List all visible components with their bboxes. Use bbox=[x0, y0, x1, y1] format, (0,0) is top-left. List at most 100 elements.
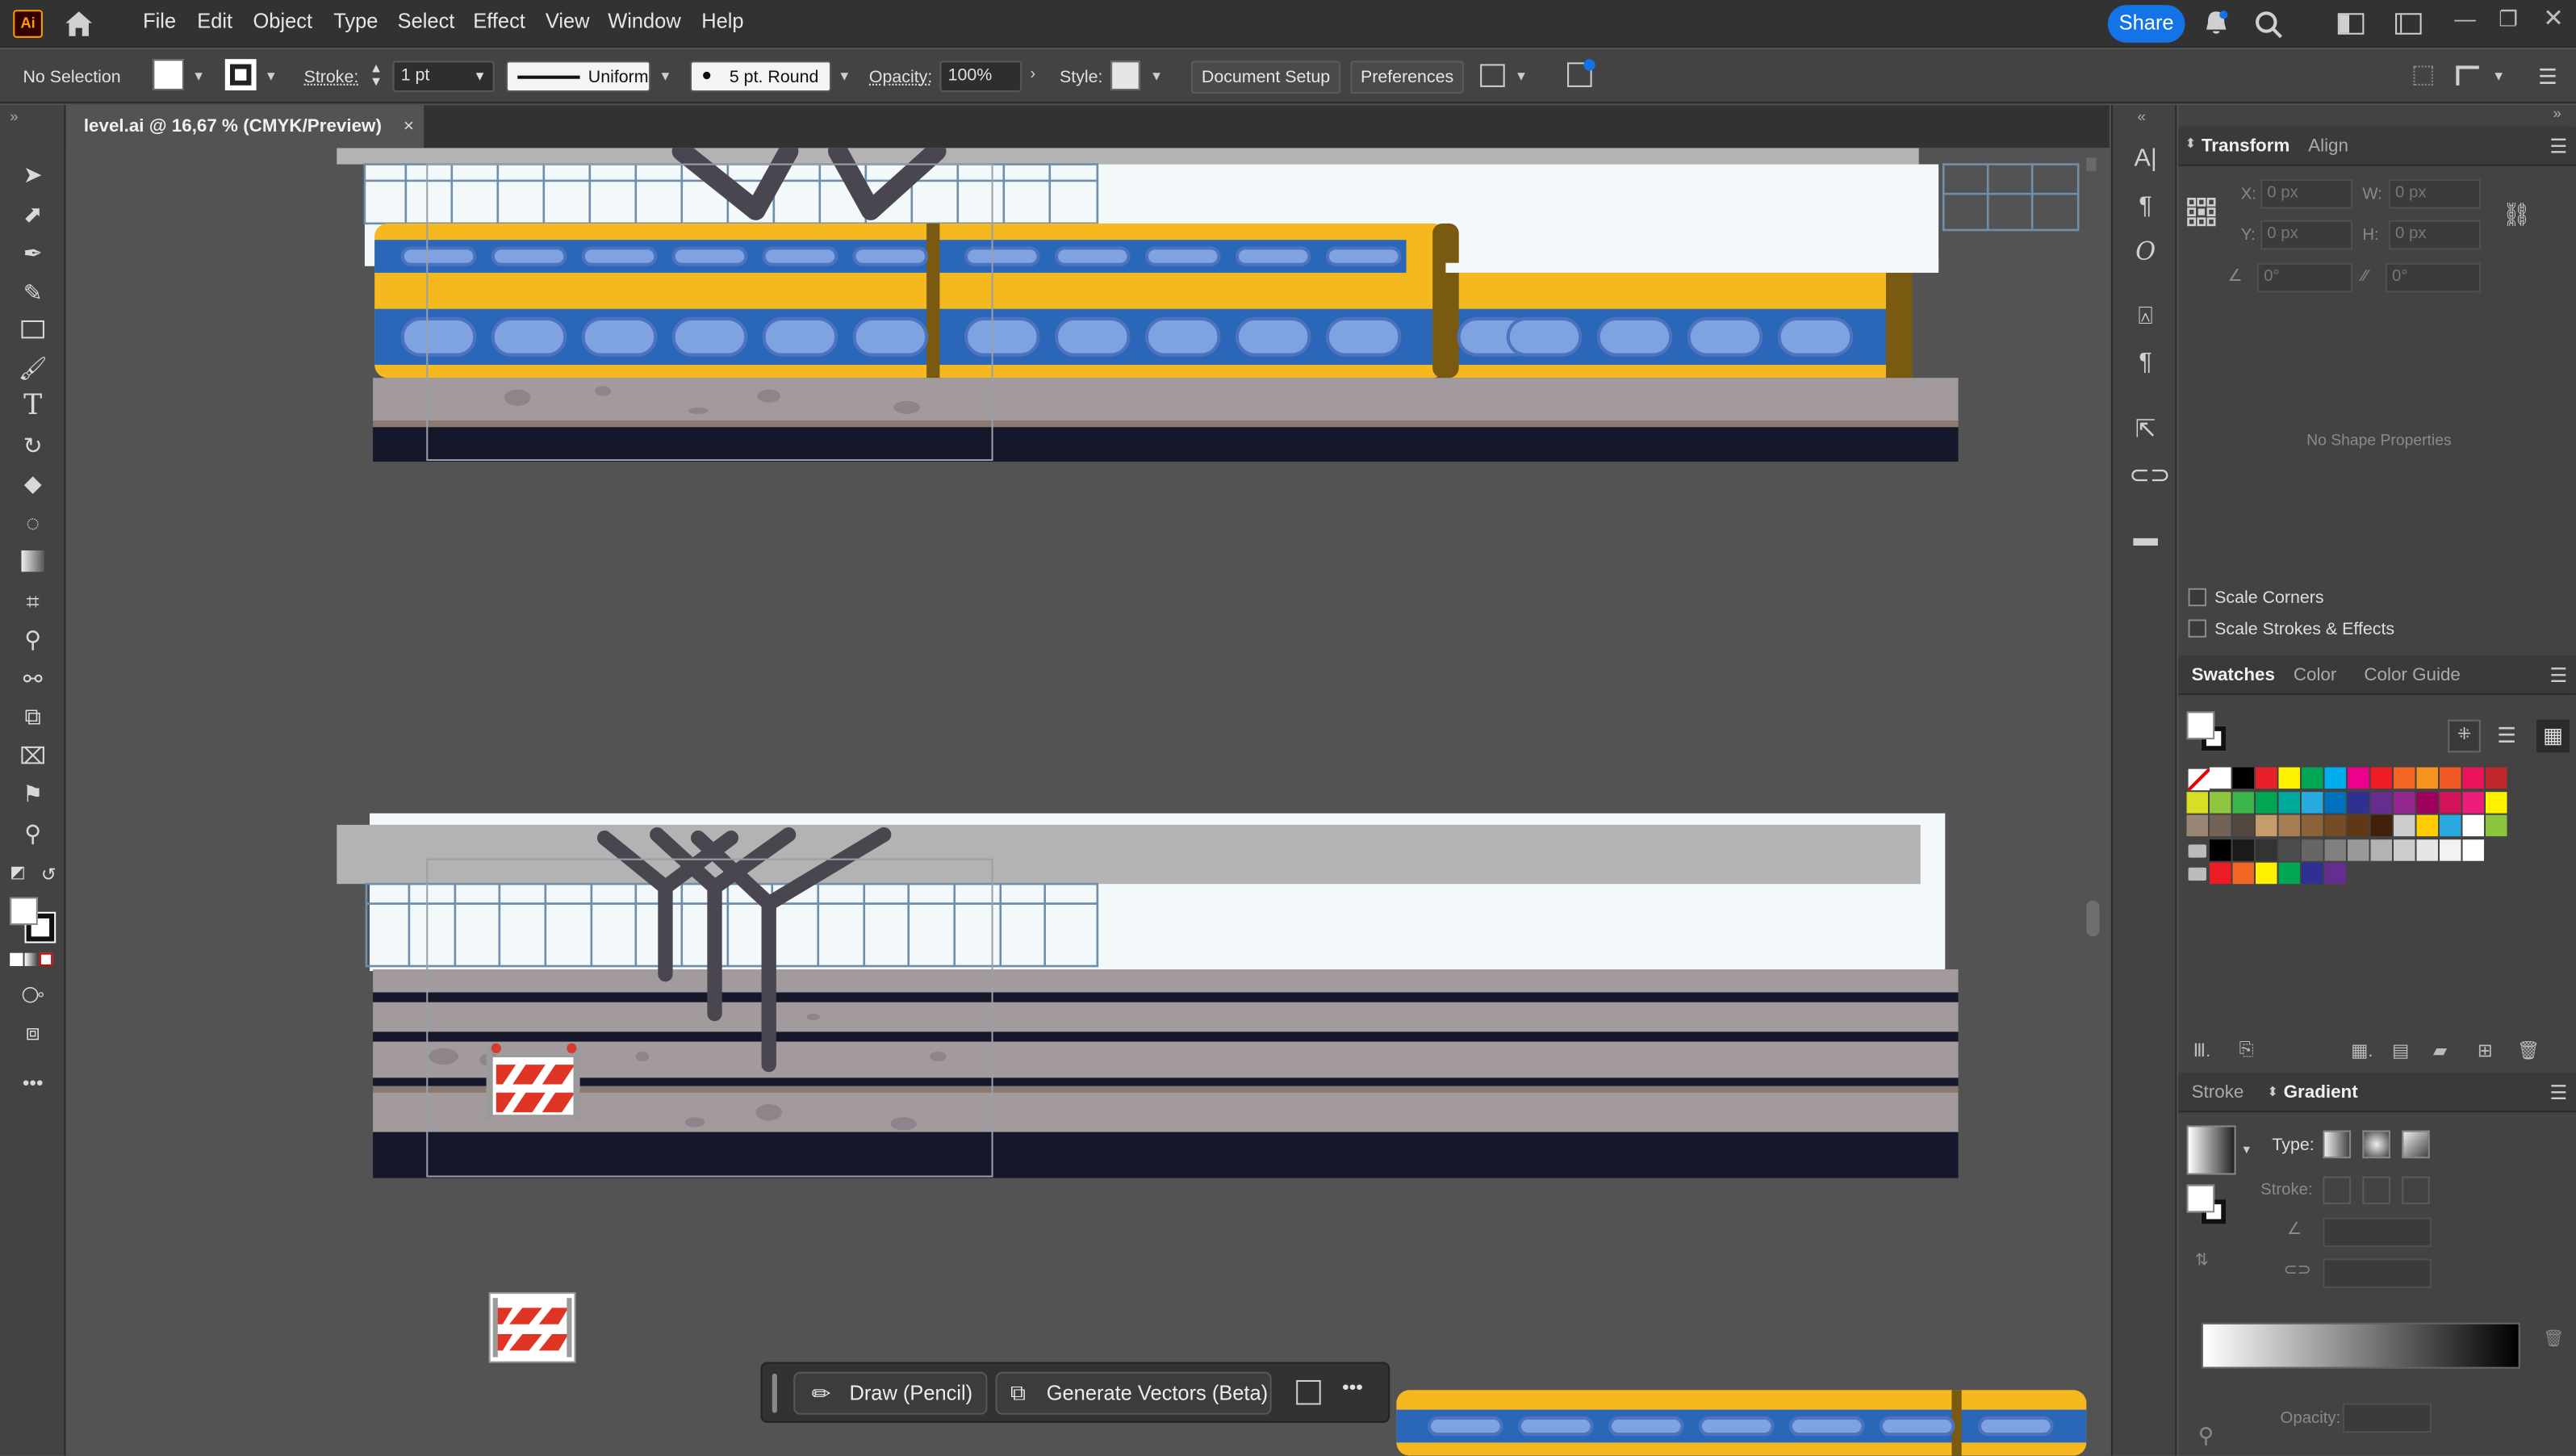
swatch-fill-box[interactable] bbox=[2186, 711, 2215, 740]
more-tools-icon[interactable]: ••• bbox=[16, 1066, 49, 1099]
menu-effect[interactable]: Effect bbox=[473, 10, 525, 32]
panel-layout-icon[interactable] bbox=[2395, 13, 2422, 35]
swatch[interactable] bbox=[2278, 791, 2300, 813]
menu-select[interactable]: Select bbox=[398, 10, 455, 32]
puppet-warp-tool-icon[interactable]: ⚑ bbox=[16, 777, 49, 810]
menu-edit[interactable]: Edit bbox=[197, 10, 232, 32]
share-to-cloud-icon[interactable] bbox=[1567, 59, 1595, 87]
fill-color-box[interactable] bbox=[10, 897, 38, 926]
paragraph-styles-icon[interactable]: ¶ bbox=[2129, 349, 2162, 382]
swatch[interactable] bbox=[2394, 814, 2415, 837]
none-mode-icon[interactable] bbox=[39, 952, 53, 966]
w-field[interactable]: 0 px bbox=[2388, 178, 2481, 209]
swatch[interactable] bbox=[2416, 814, 2438, 837]
swatch[interactable] bbox=[2462, 791, 2484, 813]
opacity-label[interactable]: Opacity: bbox=[869, 67, 932, 86]
chevron-down-icon[interactable]: ▼ bbox=[265, 69, 278, 83]
swatch[interactable] bbox=[2486, 814, 2507, 837]
new-swatch-icon[interactable]: ⊞ bbox=[2478, 1040, 2493, 1061]
swap-colors-icon[interactable]: ↺ bbox=[41, 864, 56, 885]
swatch[interactable] bbox=[2302, 767, 2323, 789]
swatch[interactable] bbox=[2462, 767, 2484, 789]
stroke-label[interactable]: Stroke: bbox=[304, 67, 359, 86]
tab-color-guide[interactable]: Color Guide bbox=[2364, 665, 2461, 684]
swatch[interactable] bbox=[2278, 814, 2300, 837]
paragraph-icon[interactable]: ¶ bbox=[2129, 192, 2162, 225]
swatch[interactable] bbox=[2256, 814, 2277, 837]
generate-vectors-button[interactable]: ⧉ Generate Vectors (Beta) bbox=[995, 1371, 1272, 1415]
character-styles-icon[interactable]: ⍓ bbox=[2129, 303, 2162, 336]
rotate-field[interactable]: 0° bbox=[2257, 262, 2353, 293]
swatch[interactable] bbox=[2370, 791, 2392, 813]
gradient-thumbnail[interactable] bbox=[2186, 1125, 2236, 1175]
swatch[interactable] bbox=[2256, 862, 2277, 885]
chevron-right-icon[interactable]: › bbox=[1030, 65, 1035, 83]
restore-icon[interactable]: ❐ bbox=[2499, 6, 2518, 33]
curvature-tool-icon[interactable]: ✎ bbox=[16, 276, 49, 309]
stroke-weight-field[interactable]: 1 pt ▼ bbox=[392, 61, 495, 92]
panel-menu-icon[interactable]: ☰ bbox=[2549, 1081, 2567, 1103]
swatch[interactable] bbox=[2278, 862, 2300, 885]
zoom-tool-icon[interactable]: ⚲ bbox=[16, 817, 49, 850]
comments-icon[interactable]: ▬ bbox=[2129, 524, 2162, 557]
swatch[interactable] bbox=[2370, 767, 2392, 789]
swatch[interactable] bbox=[2440, 791, 2461, 813]
swatch[interactable] bbox=[2302, 814, 2323, 837]
swatch[interactable] bbox=[2302, 862, 2323, 885]
swatch[interactable] bbox=[2256, 791, 2277, 813]
swatch[interactable] bbox=[2232, 862, 2254, 885]
swatch[interactable] bbox=[2348, 839, 2369, 860]
fill-swatch[interactable] bbox=[153, 59, 184, 90]
swatch[interactable] bbox=[2210, 814, 2231, 837]
swatch[interactable] bbox=[2394, 767, 2415, 789]
minimize-icon[interactable]: — bbox=[2454, 6, 2475, 31]
draw-pencil-button[interactable]: ✏ Draw (Pencil) bbox=[793, 1371, 988, 1415]
swatch[interactable] bbox=[2348, 791, 2369, 813]
swatch[interactable] bbox=[2302, 791, 2323, 813]
collapse-panels-icon[interactable]: » bbox=[2553, 105, 2561, 121]
freeform-gradient-button[interactable] bbox=[2402, 1130, 2430, 1159]
chevron-down-icon[interactable]: ▼ bbox=[192, 69, 205, 83]
artboard-tool-icon[interactable]: ⌧ bbox=[16, 739, 49, 772]
linear-gradient-button[interactable] bbox=[2323, 1130, 2352, 1159]
gradient-mode-icon[interactable] bbox=[24, 952, 38, 966]
list-view-icon[interactable]: ☰ bbox=[2497, 723, 2516, 750]
chevron-down-icon[interactable]: ▼ bbox=[1150, 69, 1163, 83]
y-field[interactable]: 0 px bbox=[2260, 220, 2353, 250]
swatch[interactable] bbox=[2486, 767, 2507, 789]
menu-file[interactable]: File bbox=[143, 10, 176, 32]
vertical-scrollbar-thumb[interactable] bbox=[2086, 900, 2100, 937]
swatch[interactable] bbox=[2302, 839, 2323, 860]
none-swatch[interactable] bbox=[2187, 768, 2211, 792]
document-setup-button[interactable]: Document Setup bbox=[1190, 61, 1341, 94]
chevron-down-icon[interactable]: ▼ bbox=[1515, 69, 1528, 83]
screen-mode-icon[interactable]: ⧈ bbox=[16, 1015, 49, 1048]
swatch[interactable] bbox=[2232, 767, 2254, 789]
gradient-tool-icon[interactable] bbox=[16, 546, 49, 579]
rectangle-tool-icon[interactable] bbox=[16, 314, 49, 347]
swatch[interactable] bbox=[2186, 814, 2208, 837]
show-kinds-icon[interactable]: ▦. bbox=[2351, 1040, 2373, 1061]
swatch[interactable] bbox=[2416, 767, 2438, 789]
swatch[interactable] bbox=[2440, 814, 2461, 837]
swatch[interactable] bbox=[2256, 839, 2277, 860]
menu-view[interactable]: View bbox=[546, 10, 590, 32]
draw-mode-icon[interactable]: ⧂ bbox=[16, 977, 49, 1010]
links-icon[interactable]: ⊂⊃ bbox=[2129, 460, 2170, 493]
character-icon[interactable]: A| bbox=[2129, 144, 2162, 178]
tab-align[interactable]: Align bbox=[2308, 136, 2348, 156]
panel-menu-icon[interactable]: ☰ bbox=[2549, 663, 2567, 686]
share-button[interactable]: Share bbox=[2107, 5, 2185, 43]
grid-view-icon[interactable]: ▦ bbox=[2536, 719, 2570, 753]
swatch[interactable] bbox=[2210, 767, 2231, 789]
swatch[interactable] bbox=[2486, 791, 2507, 813]
gradient-slider[interactable] bbox=[2201, 1322, 2520, 1369]
bell-icon[interactable] bbox=[2203, 10, 2230, 38]
swatch[interactable] bbox=[2462, 814, 2484, 837]
menu-object[interactable]: Object bbox=[253, 10, 312, 32]
swatch[interactable] bbox=[2370, 839, 2392, 860]
swatch[interactable] bbox=[2256, 767, 2277, 789]
arrange-documents-icon[interactable] bbox=[1480, 64, 1505, 87]
swatch[interactable] bbox=[2210, 862, 2231, 885]
menu-window[interactable]: Window bbox=[608, 10, 681, 32]
